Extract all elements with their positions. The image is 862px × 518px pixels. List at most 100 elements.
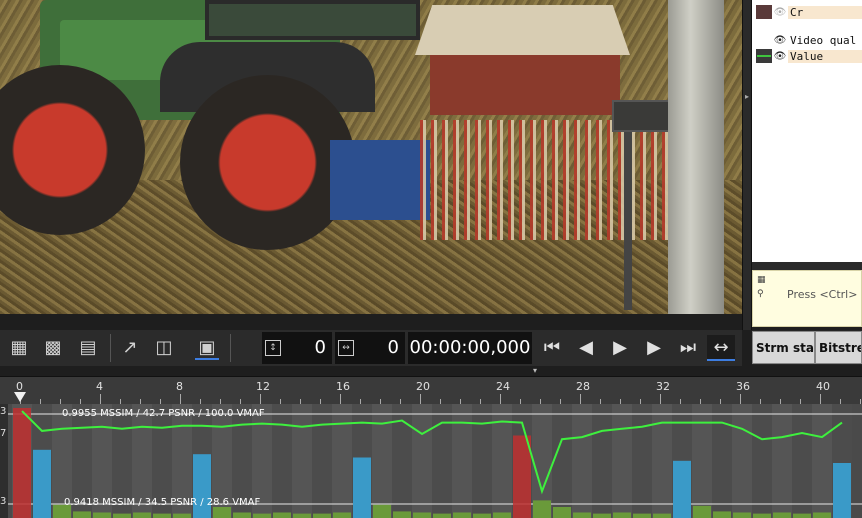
frame-bar-b[interactable] bbox=[393, 511, 411, 518]
ruler-tick-label: 4 bbox=[96, 380, 103, 393]
graph-column-bg bbox=[372, 404, 392, 518]
frame-counter[interactable]: ↕ 0 bbox=[262, 332, 332, 364]
graph-column-bg bbox=[552, 404, 572, 518]
frame-bar-b[interactable] bbox=[533, 500, 551, 518]
frame-bar-b[interactable] bbox=[213, 507, 231, 518]
frame-bar-i[interactable] bbox=[513, 435, 531, 518]
tab-strm-stats[interactable]: Strm stats bbox=[752, 331, 815, 364]
ruler-tick bbox=[500, 394, 501, 404]
next-frame-button[interactable]: ▶ bbox=[640, 335, 668, 361]
frame-bar-b[interactable] bbox=[713, 511, 731, 518]
ruler-tick bbox=[660, 394, 661, 404]
frame-bar-b[interactable] bbox=[693, 505, 711, 518]
frame-bar-i[interactable] bbox=[13, 408, 31, 518]
frame-bar-b[interactable] bbox=[653, 513, 671, 518]
frame-bar-b[interactable] bbox=[133, 512, 151, 518]
frame-quality-graph[interactable]: 0.9955 MSSIM / 42.7 PSNR / 100.0 VMAF 0.… bbox=[8, 404, 862, 518]
frame-bar-b[interactable] bbox=[73, 511, 91, 518]
graph-column-bg bbox=[412, 404, 432, 518]
frame-bar-b[interactable] bbox=[233, 512, 251, 518]
play-button[interactable]: ▶ bbox=[606, 335, 634, 361]
frame-bar-b[interactable] bbox=[593, 513, 611, 518]
legend-item-value[interactable]: 👁 Value bbox=[752, 49, 862, 63]
frame-bar-b[interactable] bbox=[633, 513, 651, 518]
graph-column-bg bbox=[612, 404, 632, 518]
partition-tree-icon[interactable]: ▤ bbox=[76, 336, 100, 360]
block-grid-icon[interactable]: ▩ bbox=[41, 336, 65, 360]
frame-bar-p[interactable] bbox=[193, 454, 211, 518]
legend-swatch bbox=[756, 33, 772, 47]
frame-bar-b[interactable] bbox=[93, 512, 111, 518]
frame-bar-b[interactable] bbox=[613, 512, 631, 518]
frame-bar-b[interactable] bbox=[293, 513, 311, 518]
frame-bar-b[interactable] bbox=[113, 513, 131, 518]
legend-item-cr[interactable]: 👁 Cr bbox=[752, 5, 862, 19]
frame-bar-p[interactable] bbox=[33, 449, 51, 518]
frame-bar-b[interactable] bbox=[453, 512, 471, 518]
sign-post bbox=[624, 130, 632, 310]
frame-bar-b[interactable] bbox=[733, 512, 751, 518]
legend-panel: 👁 Cr 👁 Video qual 👁 Value bbox=[752, 0, 862, 262]
overlay-settings-icon[interactable]: ◫ bbox=[152, 336, 176, 360]
video-frame[interactable] bbox=[0, 0, 742, 314]
graph-column-bg bbox=[792, 404, 812, 518]
frame-bar-b[interactable] bbox=[473, 513, 491, 518]
frame-bar-b[interactable] bbox=[413, 512, 431, 518]
collapse-arrow-icon[interactable]: ▸ bbox=[745, 92, 749, 101]
vertical-splitter[interactable]: ▸ bbox=[742, 0, 752, 330]
toolbar-separator bbox=[230, 334, 231, 362]
graph-column-bg bbox=[572, 404, 592, 518]
frame-bar-b[interactable] bbox=[313, 513, 331, 518]
frame-bar-b[interactable] bbox=[493, 512, 511, 518]
legend-label: Cr bbox=[788, 5, 862, 19]
timecode-display[interactable]: 00:00:00,000 bbox=[408, 332, 532, 364]
frame-number-icon: ↕ bbox=[265, 340, 281, 356]
frame-bar-b[interactable] bbox=[333, 512, 351, 518]
grid-icon[interactable]: ▦ bbox=[757, 275, 766, 285]
motion-vector-icon[interactable]: ↗ bbox=[118, 336, 142, 360]
eye-icon[interactable]: 👁 bbox=[772, 7, 788, 18]
frame-bar-b[interactable] bbox=[273, 512, 291, 518]
last-frame-button[interactable]: ⏭ bbox=[674, 335, 702, 361]
fit-width-button[interactable]: ↔ bbox=[707, 335, 735, 361]
frame-bar-b[interactable] bbox=[773, 512, 791, 518]
frame-bar-p[interactable] bbox=[353, 457, 371, 518]
legend-swatch bbox=[756, 5, 772, 19]
timeline-ruler[interactable]: 0 4 8 12 16 20 24 28 32 36 40 bbox=[0, 376, 862, 404]
legend-line-sample bbox=[757, 55, 771, 57]
frame-bar-b[interactable] bbox=[433, 513, 451, 518]
prev-frame-button[interactable]: ◀ bbox=[572, 335, 600, 361]
graph-column-bg bbox=[452, 404, 472, 518]
frame-bar-b[interactable] bbox=[553, 507, 571, 518]
tab-bitstream[interactable]: Bitstrea bbox=[815, 331, 862, 364]
eye-icon[interactable]: 👁 bbox=[772, 51, 788, 62]
graph-column-bg bbox=[732, 404, 752, 518]
frame-bar-b[interactable] bbox=[813, 512, 831, 518]
legend-item-video-quality[interactable]: 👁 Video qual bbox=[752, 33, 862, 47]
magnifier-icon[interactable]: ⚲ bbox=[757, 289, 764, 299]
frame-bar-b[interactable] bbox=[573, 512, 591, 518]
offset-counter[interactable]: ↔ 0 bbox=[335, 332, 405, 364]
frame-bar-b[interactable] bbox=[253, 513, 271, 518]
frame-view-icon[interactable]: ▣ bbox=[195, 336, 219, 360]
frame-bar-b[interactable] bbox=[753, 513, 771, 518]
ruler-tick bbox=[260, 394, 261, 404]
panel-expand-arrow-icon[interactable]: ▾ bbox=[533, 366, 537, 375]
frame-bar-b[interactable] bbox=[173, 513, 191, 518]
frame-bar-b[interactable] bbox=[373, 504, 391, 518]
grid-overlay-icon[interactable]: ▦ bbox=[7, 336, 31, 360]
ruler-tick bbox=[420, 394, 421, 404]
playhead-marker[interactable] bbox=[14, 392, 26, 402]
frame-bar-b[interactable] bbox=[793, 513, 811, 518]
tractor-cab bbox=[205, 0, 420, 40]
ruler-tick-label: 8 bbox=[176, 380, 183, 393]
frame-bar-p[interactable] bbox=[833, 463, 851, 518]
ruler-tick bbox=[340, 394, 341, 404]
frame-bar-p[interactable] bbox=[673, 460, 691, 518]
legend-swatch bbox=[756, 49, 772, 63]
first-frame-button[interactable]: ⏮ bbox=[538, 335, 566, 361]
eye-icon[interactable]: 👁 bbox=[772, 35, 788, 46]
frame-bar-b[interactable] bbox=[153, 513, 171, 518]
stats-tabs: Strm stats Bitstrea bbox=[752, 330, 862, 365]
y-axis-label: 3 bbox=[0, 496, 7, 507]
